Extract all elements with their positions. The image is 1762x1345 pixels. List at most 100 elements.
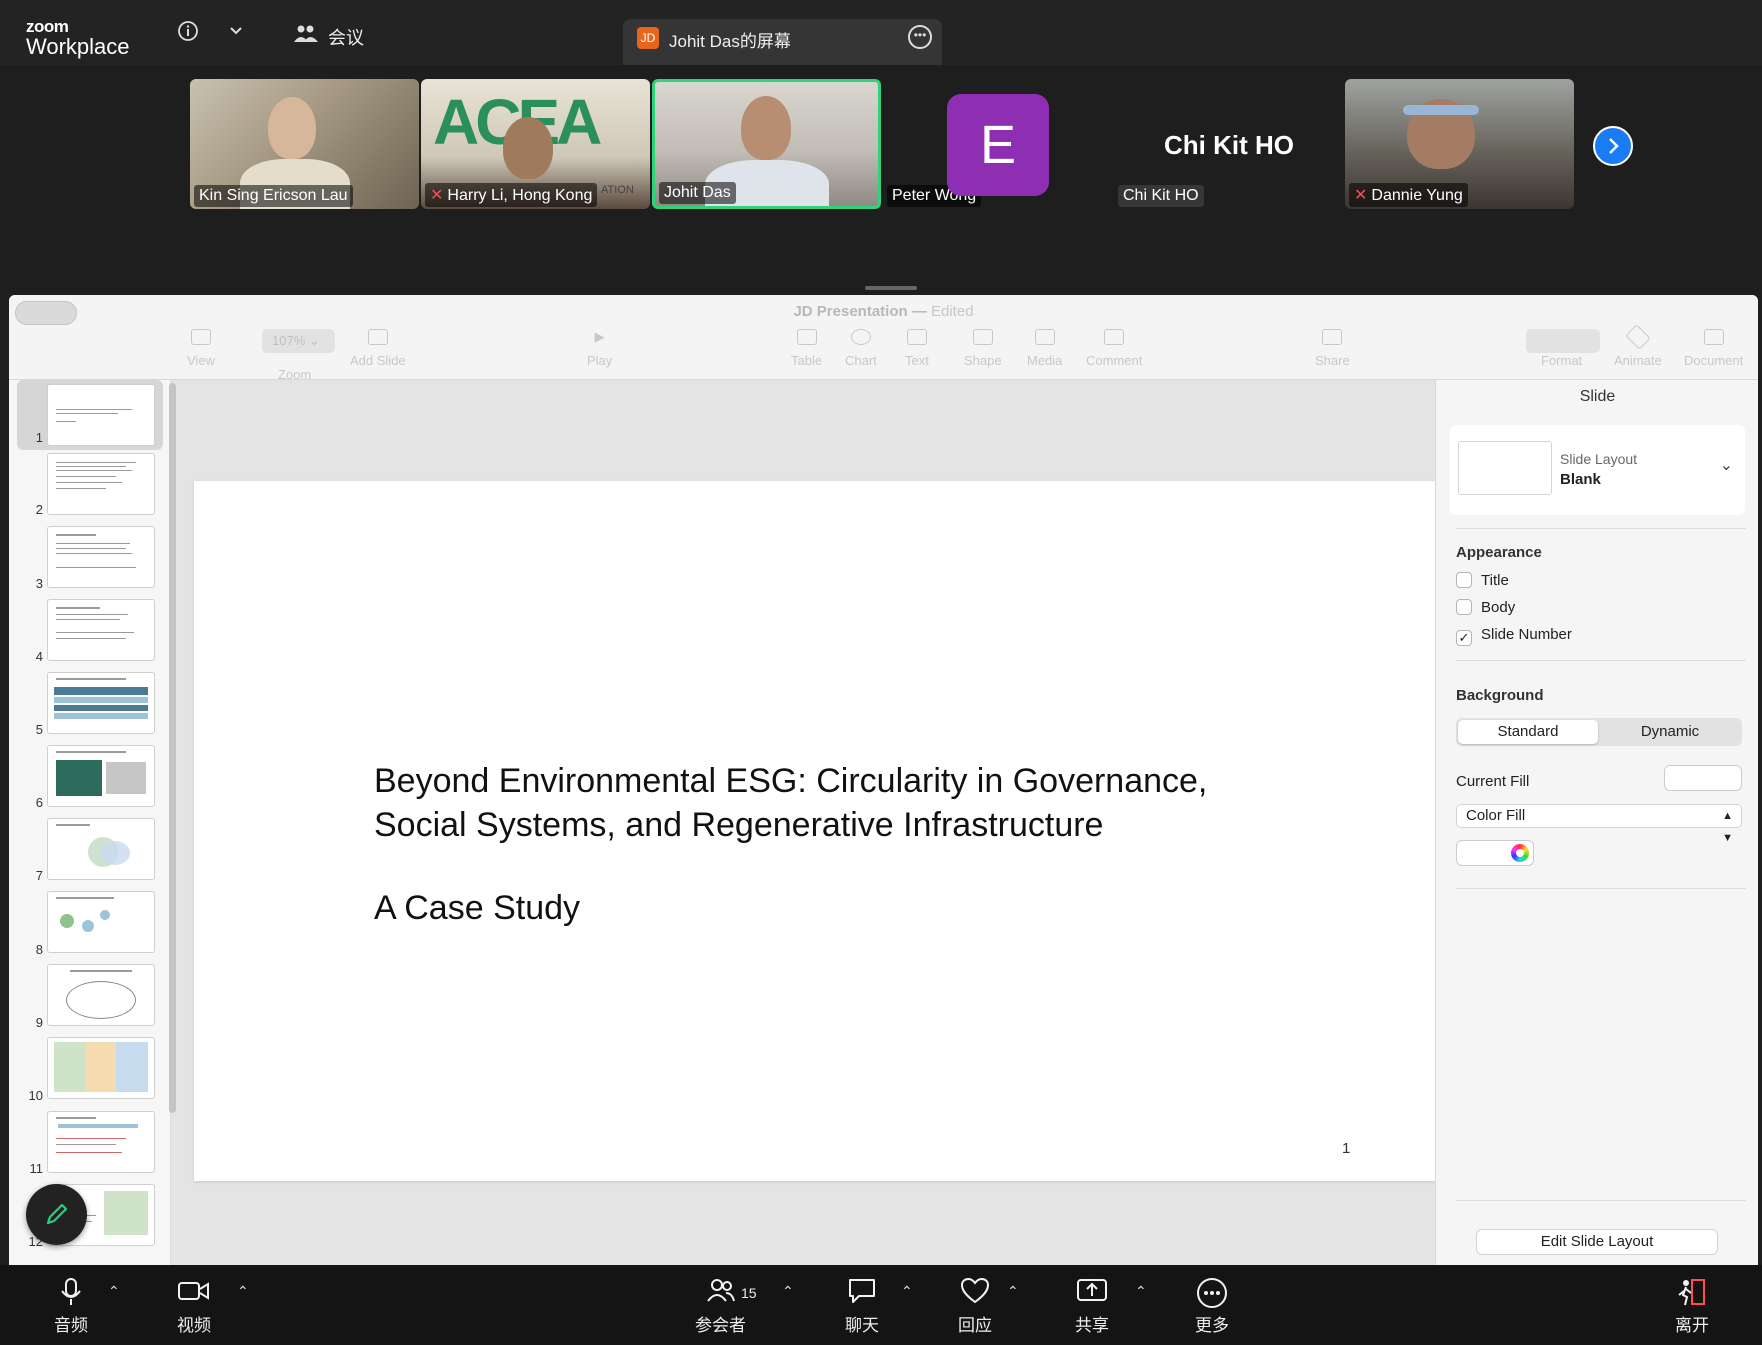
more-options-icon[interactable]: •••: [908, 25, 932, 49]
participants-icon: [695, 1277, 746, 1311]
participant-tile-active-speaker[interactable]: Johit Das: [652, 79, 881, 209]
share-options-caret[interactable]: ⌃: [1135, 1283, 1147, 1300]
segment-dynamic[interactable]: Dynamic: [1600, 720, 1740, 744]
info-icon[interactable]: [177, 20, 199, 48]
slide-number: 3: [35, 576, 43, 591]
avatar: E: [947, 94, 1049, 196]
toolbar-animate[interactable]: Animate: [1614, 324, 1662, 368]
divider: [1456, 888, 1746, 889]
toolbar-text[interactable]: Text: [905, 329, 929, 368]
slide-thumbnail[interactable]: [47, 891, 155, 953]
people-icon[interactable]: [294, 24, 318, 50]
toolbar-table[interactable]: Table: [791, 329, 822, 368]
slide-subtitle[interactable]: A Case Study: [374, 889, 580, 928]
thumb-line: [56, 553, 132, 554]
slide-thumbnail[interactable]: [47, 964, 155, 1026]
color-wheel-icon[interactable]: [1511, 844, 1529, 862]
slide-thumbnail[interactable]: [47, 599, 155, 661]
toolbar-view[interactable]: View: [187, 329, 215, 368]
slide-layout-picker[interactable]: Slide Layout Blank ⌄: [1450, 425, 1745, 515]
meeting-label[interactable]: 会议: [328, 24, 364, 50]
strip-resize-handle[interactable]: [865, 286, 917, 290]
zoom-window: zoom Workplace 会议 JD Johit Das的屏幕 ••• Ki…: [0, 0, 1762, 1345]
toolbar-media[interactable]: Media: [1027, 329, 1062, 368]
thumb-line: [56, 1138, 126, 1139]
fill-type-select[interactable]: Color Fill ▲ ▼: [1456, 804, 1742, 844]
thumb-image: [104, 1191, 148, 1235]
sharer-badge: JD: [637, 27, 659, 49]
thumb-line: [56, 619, 120, 620]
slide-number: 6: [35, 795, 43, 810]
body-checkbox[interactable]: Body: [1456, 599, 1515, 616]
chevron-down-icon[interactable]: [228, 22, 244, 45]
next-page-button[interactable]: [1593, 126, 1633, 166]
thumb-line: [56, 476, 116, 477]
toolbar-play[interactable]: ▶ Play: [587, 329, 612, 368]
toolbar-add-slide[interactable]: Add Slide: [350, 329, 406, 368]
edit-slide-layout-button[interactable]: Edit Slide Layout: [1476, 1229, 1718, 1255]
video-options-caret[interactable]: ⌃: [237, 1283, 249, 1300]
participants-button[interactable]: 参会者: [695, 1277, 746, 1336]
more-icon: [1195, 1277, 1229, 1311]
slide-number-label: 1: [1342, 1140, 1351, 1157]
segment-standard[interactable]: Standard: [1458, 720, 1598, 744]
slide-thumbnail[interactable]: [47, 672, 155, 734]
thumb-line: [56, 678, 126, 680]
navigator-scrollbar[interactable]: [169, 383, 176, 1113]
current-slide[interactable]: Beyond Environmental ESG: Circularity in…: [194, 481, 1437, 1181]
participant-tile[interactable]: ✕ Dannie Yung: [1345, 79, 1574, 209]
zoom-select[interactable]: 107% ⌄: [262, 329, 335, 353]
chat-button[interactable]: 聊天: [845, 1277, 879, 1336]
toolbar-share[interactable]: Share: [1315, 329, 1350, 368]
toolbar-comment[interactable]: Comment: [1086, 329, 1142, 368]
slide-thumbnail[interactable]: [47, 745, 155, 807]
slide-thumbnail[interactable]: [47, 453, 155, 515]
title-checkbox[interactable]: Title: [1456, 572, 1509, 589]
participant-tile[interactable]: Kin Sing Ericson Lau: [190, 79, 419, 209]
video-camera-icon: [177, 1277, 211, 1311]
share-screen-button[interactable]: 共享: [1075, 1277, 1109, 1336]
leave-meeting-button[interactable]: 离开: [1675, 1277, 1709, 1336]
zoom-top-bar: zoom Workplace 会议 JD Johit Das的屏幕 •••: [0, 0, 1762, 65]
audio-button[interactable]: 音频: [54, 1277, 88, 1336]
slide-title[interactable]: Beyond Environmental ESG: Circularity in…: [374, 759, 1374, 847]
participants-options-caret[interactable]: ⌃: [782, 1283, 794, 1300]
slide-thumbnail[interactable]: [47, 384, 155, 446]
current-fill-swatch[interactable]: [1664, 765, 1742, 791]
share-icon: [1322, 329, 1343, 345]
inspector-header: Slide: [1579, 388, 1616, 405]
slide-title-line: Beyond Environmental ESG: Circularity in…: [374, 762, 1208, 800]
slide-thumbnail[interactable]: [47, 526, 155, 588]
participant-name: ✕ Harry Li, Hong Kong: [425, 183, 598, 207]
toolbar-format[interactable]: Format: [1541, 329, 1582, 368]
more-button[interactable]: 更多: [1195, 1277, 1229, 1336]
thumb-line: [56, 462, 136, 463]
format-inspector: Slide Slide Layout Blank ⌄ Appearance Ti…: [1435, 380, 1758, 1265]
toolbar-shape[interactable]: Shape: [964, 329, 1002, 368]
screen-share-tab[interactable]: JD Johit Das的屏幕 •••: [623, 19, 942, 65]
participant-name: Johit Das: [659, 182, 736, 204]
color-well[interactable]: [1456, 840, 1534, 866]
slide-number-checkbox[interactable]: ✓ Slide Number: [1456, 626, 1572, 646]
thumb-table-band: [54, 697, 148, 703]
thumb-table-band: [54, 687, 148, 695]
slide-canvas[interactable]: Beyond Environmental ESG: Circularity in…: [171, 380, 1444, 1265]
annotate-pen-button[interactable]: [26, 1184, 87, 1245]
reactions-options-caret[interactable]: ⌃: [1007, 1283, 1019, 1300]
participant-video: [268, 97, 316, 159]
toolbar-chart[interactable]: Chart: [845, 329, 877, 368]
chat-options-caret[interactable]: ⌃: [901, 1283, 913, 1300]
slide-number: 5: [35, 722, 43, 737]
video-button[interactable]: 视频: [177, 1277, 211, 1336]
slide-thumbnail[interactable]: [47, 1111, 155, 1173]
participant-tile[interactable]: ACEA ATION ✕Harry Li, Hong Kong: [421, 79, 650, 209]
slide-thumbnail[interactable]: [47, 1037, 155, 1099]
thumb-line: [56, 543, 130, 544]
appearance-heading: Appearance: [1456, 544, 1542, 561]
audio-options-caret[interactable]: ⌃: [108, 1283, 120, 1300]
reactions-button[interactable]: 回应: [958, 1277, 992, 1336]
toolbar-document[interactable]: Document: [1684, 329, 1743, 368]
divider: [1456, 1200, 1746, 1201]
thumb-line: [56, 1144, 116, 1145]
slide-thumbnail[interactable]: [47, 818, 155, 880]
